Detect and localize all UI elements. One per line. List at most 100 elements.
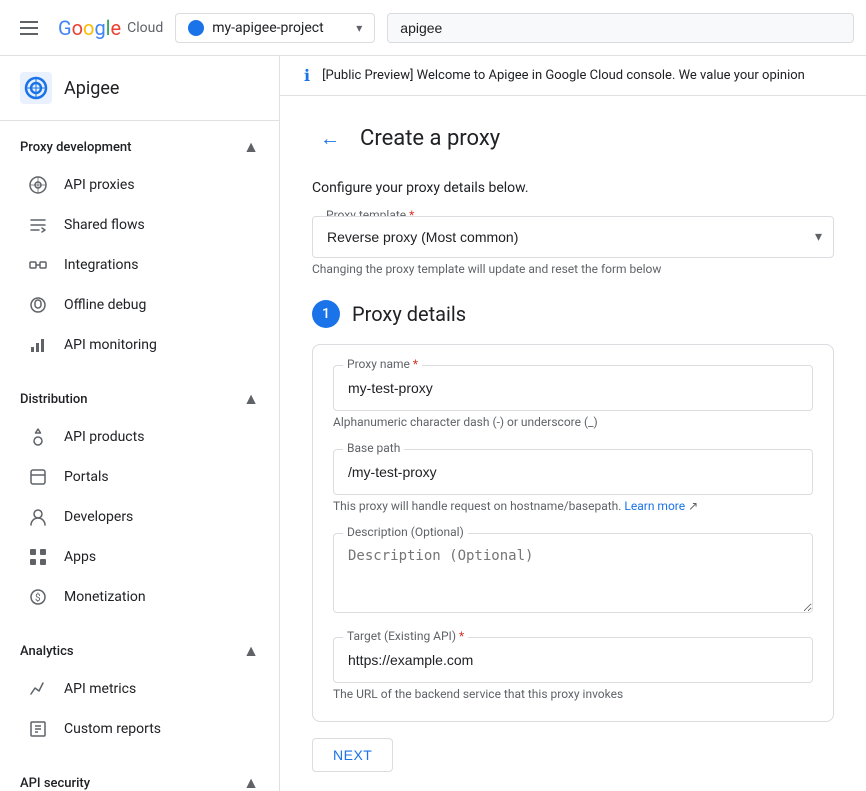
proxy-template-select[interactable]: Reverse proxy (Most common) [312,216,834,258]
nav-section-header-api-security[interactable]: API security ▲ [0,765,279,791]
api-proxies-icon [28,175,48,195]
integrations-label: Integrations [64,257,138,273]
project-selector[interactable]: my-apigee-project ▾ [175,13,375,43]
external-link-icon: ↗ [688,499,698,513]
sidebar-item-api-monitoring[interactable]: API monitoring [0,325,279,365]
nav-section-header-distribution[interactable]: Distribution ▲ [0,381,279,417]
proxy-details-header: 1 Proxy details [312,300,834,328]
chevron-up-icon: ▲ [243,137,259,157]
dropdown-arrow-icon: ▾ [356,21,362,35]
nav-section-header-analytics[interactable]: Analytics ▲ [0,633,279,669]
description-group: Description (Optional) [333,533,813,617]
google-cloud-logo[interactable]: Google Cloud [58,16,163,40]
api-monitoring-icon [28,335,48,355]
proxy-name-group: Proxy name Alphanumeric character dash (… [333,365,813,429]
shared-flows-label: Shared flows [64,217,145,233]
chevron-down-security-icon: ▲ [243,773,259,791]
monetization-label: Monetization [64,589,146,605]
proxy-name-helper: Alphanumeric character dash (-) or under… [333,415,813,429]
step-badge: 1 [312,300,340,328]
offline-debug-icon [28,295,48,315]
sidebar-item-monetization[interactable]: $ Monetization [0,577,279,617]
base-path-input[interactable] [333,449,813,495]
api-metrics-label: API metrics [64,681,136,697]
monetization-icon: $ [28,587,48,607]
info-banner: ℹ [Public Preview] Welcome to Apigee in … [280,56,866,96]
project-dot [188,20,204,36]
proxy-dev-label: Proxy development [20,140,132,155]
proxy-name-label: Proxy name [343,357,422,371]
proxy-template-select-wrapper: Reverse proxy (Most common) ▾ [312,216,834,258]
proxy-name-input[interactable] [333,365,813,411]
sidebar-item-custom-reports[interactable]: Custom reports [0,709,279,749]
search-input[interactable] [387,13,854,43]
svg-text:$: $ [35,591,41,604]
app-name: Apigee [64,78,119,99]
apps-label: Apps [64,549,96,565]
developers-label: Developers [64,509,133,525]
page-content: ← Create a proxy Configure your proxy de… [280,96,866,791]
custom-reports-icon [28,719,48,739]
sidebar-item-developers[interactable]: Developers [0,497,279,537]
info-icon: ℹ [304,66,310,85]
target-input[interactable] [333,637,813,683]
proxy-details-card: Proxy name Alphanumeric character dash (… [312,344,834,722]
description-label: Description (Optional) [343,525,468,539]
hamburger-menu[interactable] [12,13,46,43]
nav-section-analytics: Analytics ▲ API metrics Custom reports [0,625,279,757]
proxy-details-title: Proxy details [352,302,466,326]
chevron-up-analytics-icon: ▲ [243,641,259,661]
base-path-helper: This proxy will handle request on hostna… [333,499,813,513]
offline-debug-label: Offline debug [64,297,146,313]
target-label: Target (Existing API) [343,629,468,643]
sidebar-item-shared-flows[interactable]: Shared flows [0,205,279,245]
custom-reports-label: Custom reports [64,721,161,737]
project-name: my-apigee-project [212,20,348,36]
proxy-template-helper: Changing the proxy template will update … [312,262,834,276]
description-wrapper: Description (Optional) [333,533,813,617]
page-title: Create a proxy [360,126,500,151]
portals-label: Portals [64,469,109,485]
back-button[interactable]: ← [312,120,348,156]
app-logo [20,72,52,104]
nav-section-header-proxy-dev[interactable]: Proxy development ▲ [0,129,279,165]
target-group: Target (Existing API) The URL of the bac… [333,637,813,701]
banner-text: [Public Preview] Welcome to Apigee in Go… [322,68,805,83]
sidebar-item-api-products[interactable]: API products [0,417,279,457]
developers-icon [28,507,48,527]
chevron-up-distribution-icon: ▲ [243,389,259,409]
sidebar-item-api-proxies[interactable]: API proxies [0,165,279,205]
sidebar-item-api-metrics[interactable]: API metrics [0,669,279,709]
next-button[interactable]: NEXT [312,738,393,772]
base-path-wrapper: Base path [333,449,813,495]
proxy-template-wrapper: Proxy template Reverse proxy (Most commo… [312,216,834,258]
sidebar-item-integrations[interactable]: Integrations [0,245,279,285]
description-input[interactable] [333,533,813,613]
api-metrics-icon [28,679,48,699]
target-helper: The URL of the backend service that this… [333,687,813,701]
api-security-label: API security [20,776,90,791]
sidebar-item-apps[interactable]: Apps [0,537,279,577]
distribution-label: Distribution [20,392,88,407]
api-proxies-label: API proxies [64,177,135,193]
sidebar: Apigee Proxy development ▲ API proxies S… [0,56,280,791]
api-products-icon [28,427,48,447]
learn-more-link[interactable]: Learn more [624,499,685,513]
portals-icon [28,467,48,487]
sidebar-item-portals[interactable]: Portals [0,457,279,497]
content-area: ℹ [Public Preview] Welcome to Apigee in … [280,56,866,791]
configure-text: Configure your proxy details below. [312,180,834,196]
analytics-label: Analytics [20,644,74,659]
api-monitoring-label: API monitoring [64,337,157,353]
target-wrapper: Target (Existing API) [333,637,813,683]
sidebar-item-offline-debug[interactable]: Offline debug [0,285,279,325]
nav-section-distribution: Distribution ▲ API products Portals Dev [0,373,279,625]
base-path-label: Base path [343,441,404,455]
proxy-name-wrapper: Proxy name [333,365,813,411]
nav-section-api-security: API security ▲ [0,757,279,791]
integrations-icon [28,255,48,275]
top-bar: Google Cloud my-apigee-project ▾ [0,0,866,56]
shared-flows-icon [28,215,48,235]
page-header: ← Create a proxy [312,120,834,156]
app-header: Apigee [0,56,279,121]
